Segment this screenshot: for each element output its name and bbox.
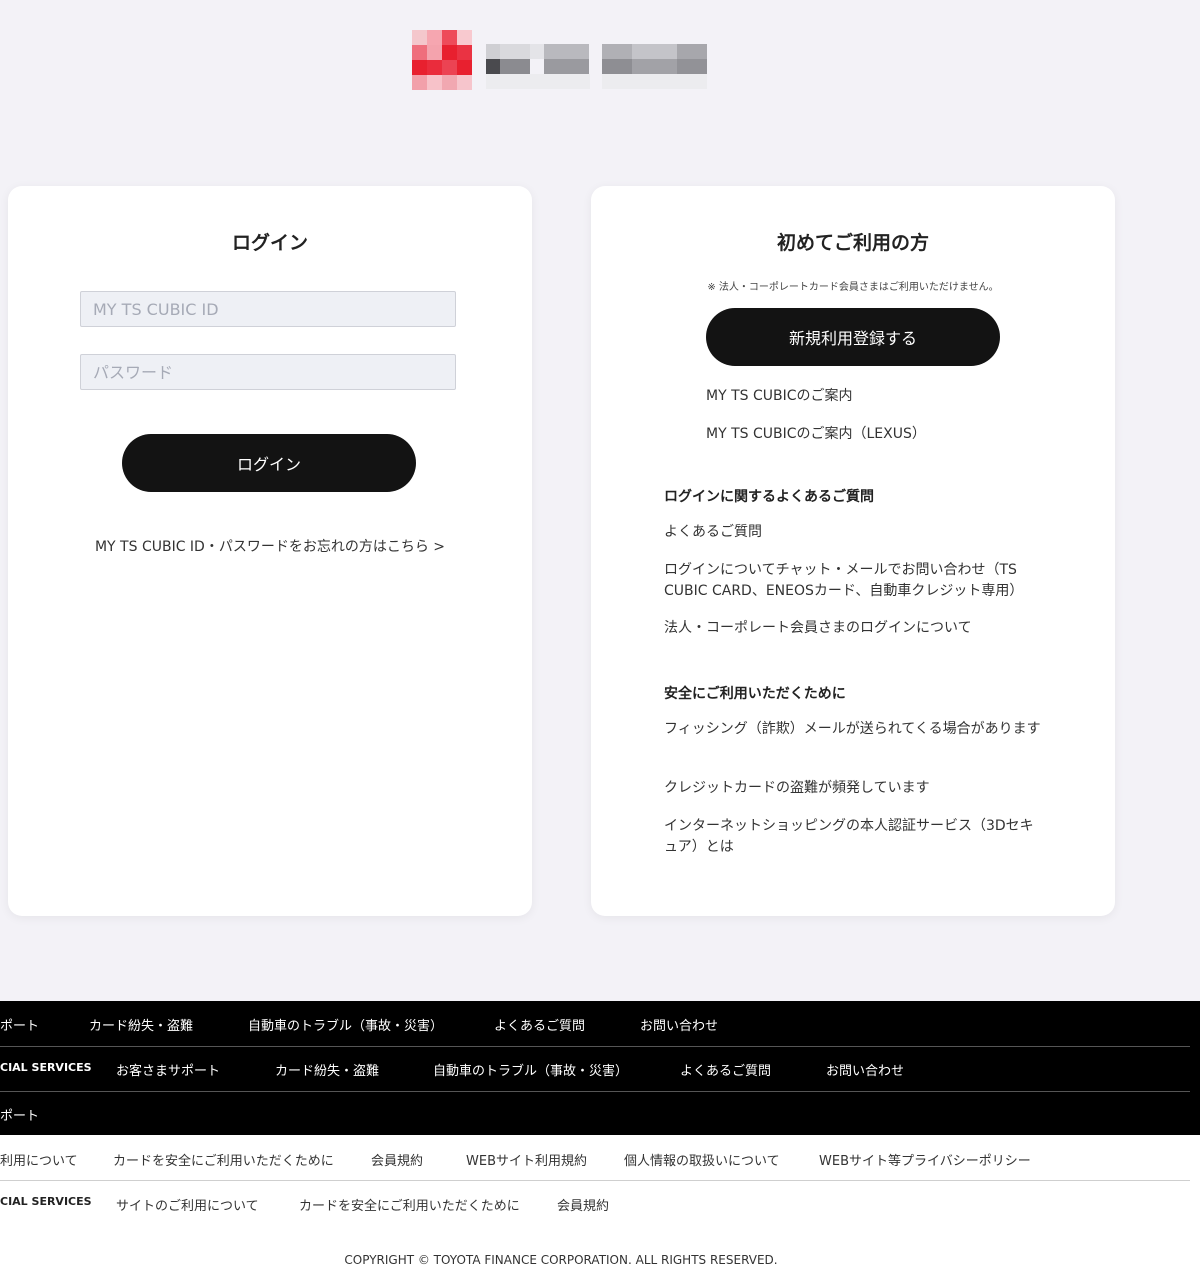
faq-heading: ログインに関するよくあるご質問 <box>664 489 874 505</box>
footer-link-card-loss[interactable]: カード紛失・盗難 <box>275 1060 379 1079</box>
login-title: ログイン <box>231 232 308 254</box>
login-card: ログイン ログイン MY TS CUBIC ID・パスワードをお忘れの方はこちら… <box>8 186 532 916</box>
id-input[interactable] <box>80 291 456 327</box>
footer-brand: CIAL SERVICES <box>0 1061 92 1074</box>
copyright: COPYRIGHT © TOYOTA FINANCE CORPORATION. … <box>344 1253 778 1267</box>
footer-legal: 利用について カードを安全にご利用いただくために 会員規約 WEBサイト利用規約… <box>0 1135 1200 1284</box>
logo-mark-icon <box>412 30 472 90</box>
footer-link-member-terms[interactable]: 会員規約 <box>371 1150 423 1169</box>
footer-link-member-terms[interactable]: 会員規約 <box>557 1195 609 1214</box>
new-user-card: 初めてご利用の方 ※ 法人・コーポレートカード会員さまはご利用いただけません。 … <box>591 186 1115 916</box>
3d-secure-link[interactable]: インターネットショッピングの本人認証サービス（3Dセキュア）とは <box>664 816 1044 858</box>
guide-lexus-link[interactable]: MY TS CUBICのご案内（LEXUS） <box>706 423 926 443</box>
chat-inquiry-link[interactable]: ログインについてチャット・メールでお問い合わせ（TS CUBIC CARD、EN… <box>664 560 1044 602</box>
footer-link-faq[interactable]: よくあるご質問 <box>494 1015 585 1034</box>
footer-link-faq[interactable]: よくあるご質問 <box>680 1060 771 1079</box>
footer-link-site-usage[interactable]: サイトのご利用について <box>116 1195 259 1214</box>
footer-row: ポート <box>0 1091 1190 1136</box>
footer-link-web-terms[interactable]: WEBサイト利用規約 <box>466 1150 587 1169</box>
guide-link[interactable]: MY TS CUBICのご案内 <box>706 385 853 405</box>
footer-link-car-trouble[interactable]: 自動車のトラブル（事故・災害） <box>248 1015 443 1034</box>
footer-link-customer-support[interactable]: お客さまサポート <box>116 1060 220 1079</box>
card-theft-link[interactable]: クレジットカードの盗難が頻発しています <box>664 778 1044 799</box>
site-logo[interactable] <box>412 30 722 100</box>
footer-row: CIAL SERVICES サイトのご利用について カードを安全にご利用いただく… <box>0 1180 1190 1225</box>
safety-heading: 安全にご利用いただくために <box>664 686 846 702</box>
footer-link-privacy-policy[interactable]: WEBサイト等プライバシーポリシー <box>819 1150 1031 1169</box>
footer-link-car-trouble[interactable]: 自動車のトラブル（事故・災害） <box>433 1060 628 1079</box>
phishing-link[interactable]: フィッシング（詐欺）メールが送られてくる場合があります <box>664 719 1044 740</box>
footer-row: ポート カード紛失・盗難 自動車のトラブル（事故・災害） よくあるご質問 お問い… <box>0 1001 1190 1047</box>
faq-link[interactable]: よくあるご質問 <box>664 522 1044 543</box>
new-user-title: 初めてご利用の方 <box>776 232 929 254</box>
forgot-credentials-link[interactable]: MY TS CUBIC ID・パスワードをお忘れの方はこちら > <box>8 536 532 556</box>
footer-nav: ポート カード紛失・盗難 自動車のトラブル（事故・災害） よくあるご質問 お問い… <box>0 1001 1200 1135</box>
corporate-login-link[interactable]: 法人・コーポレート会員さまのログインについて <box>664 618 1044 639</box>
footer-link-personal-info[interactable]: 個人情報の取扱いについて <box>624 1150 780 1169</box>
footer-link-contact[interactable]: お問い合わせ <box>826 1060 904 1079</box>
footer-link-site-usage[interactable]: 利用について <box>0 1150 78 1169</box>
footer-link-contact[interactable]: お問い合わせ <box>640 1015 718 1034</box>
footer-row: 利用について カードを安全にご利用いただくために 会員規約 WEBサイト利用規約… <box>0 1135 1190 1181</box>
footer-brand: CIAL SERVICES <box>0 1195 92 1208</box>
corporate-notice: ※ 法人・コーポレートカード会員さまはご利用いただけません。 <box>707 282 999 293</box>
footer-link-support[interactable]: ポート <box>0 1015 39 1034</box>
footer-row: CIAL SERVICES お客さまサポート カード紛失・盗難 自動車のトラブル… <box>0 1046 1190 1092</box>
login-button[interactable]: ログイン <box>122 434 416 492</box>
footer-link-card-safety[interactable]: カードを安全にご利用いただくために <box>113 1150 334 1169</box>
footer-link-card-safety[interactable]: カードを安全にご利用いただくために <box>299 1195 520 1214</box>
footer-link-support[interactable]: ポート <box>0 1105 39 1124</box>
password-input[interactable] <box>80 354 456 390</box>
footer-link-card-loss[interactable]: カード紛失・盗難 <box>89 1015 193 1034</box>
register-button[interactable]: 新規利用登録する <box>706 308 1000 366</box>
